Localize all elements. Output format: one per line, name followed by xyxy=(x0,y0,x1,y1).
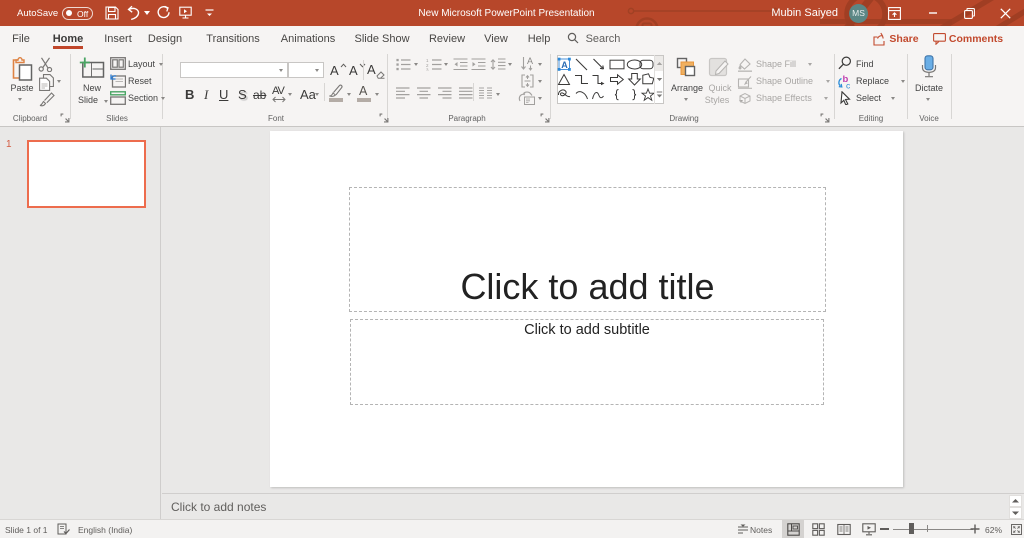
svg-text:3: 3 xyxy=(426,68,429,72)
svg-text:A: A xyxy=(561,60,568,70)
svg-text:A: A xyxy=(527,56,533,66)
